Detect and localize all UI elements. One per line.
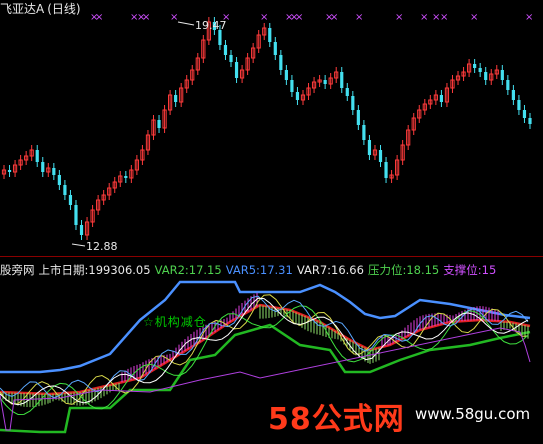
candle-body-down <box>517 100 521 110</box>
candle-body-down <box>500 70 504 80</box>
ipo-label: 上市日期: <box>38 263 89 277</box>
candle-body-down <box>473 64 477 68</box>
candle-body-down <box>41 162 45 172</box>
candle-body-down <box>74 205 78 225</box>
candle-body-down <box>284 70 288 80</box>
sell-marker: × <box>295 12 303 23</box>
candle-body-down <box>268 28 272 42</box>
candle-body-down <box>484 72 488 80</box>
sell-marker: × <box>95 12 103 23</box>
candle-body-down <box>340 72 344 88</box>
candle-body-down <box>362 125 366 140</box>
candle-body-down <box>323 80 327 84</box>
support-label: 支撑位: <box>443 263 482 277</box>
candle-body-down <box>295 92 300 100</box>
candle-body-down <box>506 80 510 90</box>
resist-label: 压力位: <box>367 263 407 277</box>
stock-chart-window: × × × × × × × × × × × × × × × × × × × × 飞亚达A (日线) 19.47 12.8… <box>0 0 543 444</box>
candle-body-down <box>528 118 532 124</box>
candle-body-down <box>68 195 73 205</box>
sell-marker: × <box>440 12 448 23</box>
signal-annotation: ☆机构减仓 <box>143 315 207 329</box>
white-wave-line <box>0 297 529 406</box>
sell-marker: × <box>395 12 403 23</box>
candle-body-down <box>174 95 178 102</box>
var7-value: 16.66 <box>331 263 364 277</box>
sell-marker: × <box>260 12 268 23</box>
candle-body-down <box>367 140 372 155</box>
sell-marker: × <box>355 12 363 23</box>
support-value: 15 <box>481 263 497 277</box>
var2-value: 17.15 <box>188 263 222 277</box>
yellow-wave-line <box>0 294 529 405</box>
high-price-label: 19.47 <box>195 19 227 32</box>
candle-body-down <box>279 55 283 70</box>
sell-marker: × <box>525 12 533 23</box>
candle-body-down <box>345 88 349 96</box>
candle-body-down <box>79 225 84 235</box>
panel-divider[interactable] <box>0 256 543 257</box>
var7-label: VAR7: <box>296 263 332 277</box>
candle-body-down <box>7 170 12 172</box>
indicator-info-bar: 股旁网 上市日期:199306.05 VAR2:17.15 VAR5:17.31 VAR… <box>0 262 500 277</box>
candle-body-down <box>378 150 383 162</box>
candle-body-down <box>384 162 388 178</box>
candle-body-down <box>157 120 161 128</box>
period-label: (日线) <box>47 2 81 16</box>
chart-title: 飞亚达A (日线) <box>0 0 81 17</box>
candle-body-down <box>218 30 222 45</box>
high-pointer <box>177 21 195 26</box>
sell-marker: × <box>170 12 178 23</box>
watermark-url: www.58gu.com <box>415 405 531 423</box>
sell-marker: × <box>142 12 150 23</box>
watermark-logo: 58公式网 <box>268 402 405 437</box>
low-pointer <box>71 243 86 247</box>
sell-marker: × <box>470 12 478 23</box>
candle-body-down <box>522 110 527 118</box>
candle-body-down <box>356 110 360 125</box>
candle-body-down <box>35 150 39 162</box>
ipo-value: 199306.05 <box>88 263 151 277</box>
candle-body-down <box>124 176 128 178</box>
candle-body-down <box>478 68 482 72</box>
candle-body-down <box>273 42 277 55</box>
source-label: 股旁网 <box>0 263 35 277</box>
sell-marker: × <box>420 12 428 23</box>
candle-body-down <box>223 45 228 55</box>
candle-body-down <box>234 62 239 78</box>
candle-body-down <box>439 95 444 102</box>
resist-value: 18.15 <box>406 263 440 277</box>
candle-body-down <box>290 80 294 92</box>
low-price-label: 12.88 <box>86 240 118 253</box>
chart-canvas[interactable]: ×× ××× × × × ××× ×× × × × × × × × <box>0 0 543 444</box>
candle-body-down <box>351 96 355 110</box>
sell-marker: × <box>330 12 338 23</box>
var5-value: 17.31 <box>259 263 293 277</box>
var2-label: VAR2: <box>154 263 189 277</box>
var5-label: VAR5: <box>225 263 260 277</box>
candle-body-down <box>52 168 56 175</box>
candle-body-down <box>511 90 515 100</box>
stock-name: 飞亚达A <box>0 2 45 16</box>
candle-body-down <box>63 185 67 195</box>
candle-body-down <box>57 175 61 185</box>
candle-body-down <box>229 55 233 62</box>
